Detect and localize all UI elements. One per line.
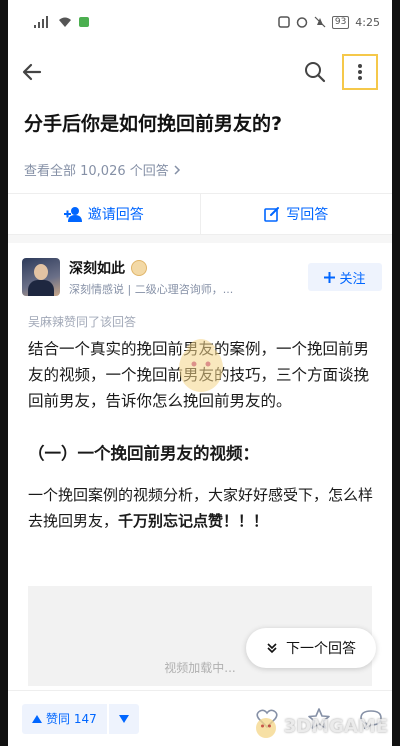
mascot-watermark-icon (179, 339, 223, 392)
double-chevron-down-icon (266, 642, 278, 654)
search-icon[interactable] (304, 61, 326, 83)
triangle-down-icon (118, 714, 129, 723)
notification-icon (78, 16, 90, 28)
more-vertical-icon (358, 64, 362, 80)
plus-icon (324, 271, 336, 283)
edit-icon (264, 206, 280, 222)
vote-group: 赞同 147 (22, 703, 139, 734)
status-right: 93 4:25 (278, 15, 380, 29)
invite-answer-button[interactable]: 邀请回答 (8, 194, 200, 234)
status-left (34, 16, 90, 28)
top-nav (8, 44, 392, 100)
question-actions: 邀请回答 写回答 (8, 193, 392, 235)
alarm-icon (296, 16, 308, 28)
signal-icon (34, 16, 52, 28)
verified-badge-icon (131, 259, 147, 276)
write-answer-label: 写回答 (286, 207, 329, 223)
view-all-answers-link[interactable]: 查看全部 10,026 个回答 (8, 138, 392, 179)
site-watermark: 3DMGAME (252, 712, 388, 740)
author-description: 深刻情感说 | 二级心理咨询师，... (69, 282, 234, 296)
app-screen: 93 4:25 分手后你是如何挽回前男友的? 查看全部 10,026 个回答 邀… (8, 0, 392, 746)
answer-paragraph-2: 一个挽回案例的视频分析，大家好好感受下，怎么样去挽回男友，千万别忘记点赞！！！ (8, 464, 392, 534)
add-user-icon (63, 206, 82, 222)
triangle-up-icon (32, 714, 42, 723)
author-name-row: 深刻如此 (69, 258, 308, 278)
upvote-button[interactable]: 赞同 147 (22, 703, 107, 734)
question-title: 分手后你是如何挽回前男友的? (24, 113, 283, 135)
view-all-label: 查看全部 10,026 个回答 (24, 164, 169, 179)
chevron-right-icon (173, 164, 181, 176)
back-arrow-icon[interactable] (20, 60, 44, 84)
downvote-button[interactable] (108, 703, 139, 734)
invite-answer-label: 邀请回答 (87, 207, 144, 223)
mute-icon (314, 16, 326, 28)
section-divider (8, 235, 392, 243)
nav-actions (304, 54, 378, 90)
author-name[interactable]: 深刻如此 (69, 258, 125, 278)
more-options-button[interactable] (342, 54, 378, 90)
upvoted-note: 吴麻辣赞同了该回答 (28, 315, 137, 329)
answer-section-heading: （一）一个挽回前男友的视频： (28, 444, 259, 463)
watermark-text: 3DMGAME (283, 715, 388, 737)
follow-label: 关注 (339, 271, 366, 287)
battery-level: 93 (331, 15, 350, 29)
paragraph-2-bold: 千万别忘记点赞！！！ (118, 512, 269, 530)
watermark-mascot-icon (255, 718, 276, 738)
next-answer-button[interactable]: 下一个回答 (246, 628, 376, 668)
status-bar: 93 4:25 (8, 0, 392, 44)
next-answer-label: 下一个回答 (286, 641, 356, 657)
author-row: 深刻如此 深刻情感说 | 二级心理咨询师，... 关注 (8, 243, 392, 301)
avatar[interactable] (22, 258, 60, 296)
follow-button[interactable]: 关注 (308, 263, 382, 291)
upvote-label: 赞同 147 (46, 712, 97, 726)
wifi-icon (58, 16, 72, 28)
status-time: 4:25 (355, 15, 380, 29)
write-answer-button[interactable]: 写回答 (199, 194, 393, 234)
author-info: 深刻如此 深刻情感说 | 二级心理咨询师，... (69, 258, 308, 297)
nfc-icon (278, 16, 290, 28)
